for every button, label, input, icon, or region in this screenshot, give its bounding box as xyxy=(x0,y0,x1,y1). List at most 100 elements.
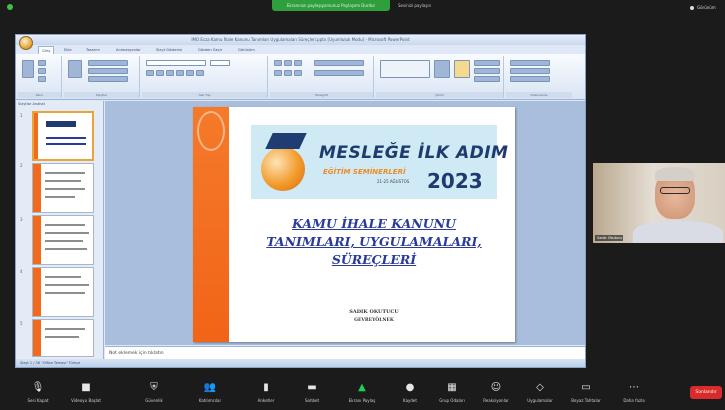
logo-year: 2023 xyxy=(427,169,483,193)
slide-thumbnail-5[interactable] xyxy=(32,319,94,357)
layout-icon[interactable] xyxy=(88,60,128,66)
start-video-button[interactable]: ■ Videoyu Başlat xyxy=(64,380,108,408)
thumb-text xyxy=(45,240,83,242)
ribbon: Pano Slaytlar Yazı Tipi Paragraf Çizim D… xyxy=(16,54,585,100)
new-slide-icon[interactable] xyxy=(68,60,82,78)
thumb-text xyxy=(45,232,89,234)
share-screen-button[interactable]: ▲ Ekranı Paylaş xyxy=(340,380,384,408)
participants-button[interactable]: 👥 Katılımcılar xyxy=(188,380,232,408)
panel-tabs[interactable]: Slaytlar Anahat xyxy=(18,102,78,108)
toolbar-label: Beyaz Tahtalar xyxy=(571,398,601,403)
record-button[interactable]: ● Kaydet xyxy=(388,380,432,408)
font-size-select[interactable] xyxy=(210,60,230,66)
thumb-text xyxy=(45,248,87,250)
underline-icon[interactable] xyxy=(166,70,174,76)
end-meeting-button[interactable]: Sonlandır xyxy=(690,386,722,399)
thumb-stripe xyxy=(33,320,41,356)
delete-icon[interactable] xyxy=(88,76,128,82)
tab-design[interactable]: Tasarım xyxy=(86,46,100,54)
ribbon-group-font: Yazı Tipi xyxy=(142,56,268,98)
slide-swirl-decoration xyxy=(197,111,225,151)
format-painter-icon[interactable] xyxy=(38,76,46,82)
current-slide[interactable]: MESLEĞE İLK ADIM EĞİTİM SEMİNERLERİ 21-2… xyxy=(193,107,515,342)
bullets-icon[interactable] xyxy=(274,60,282,66)
arrange-icon[interactable] xyxy=(434,60,450,78)
thumb-text xyxy=(46,143,86,145)
thumb-text xyxy=(45,188,85,190)
reactions-button[interactable]: ☺ Reaksiyonlar xyxy=(474,380,518,408)
participant-hair xyxy=(655,167,695,181)
tab-review[interactable]: Gözden Geçir xyxy=(198,46,222,54)
tab-home[interactable]: Giriş xyxy=(38,46,55,54)
slide-thumbnail-3[interactable] xyxy=(32,215,94,265)
reset-icon[interactable] xyxy=(88,68,128,74)
bold-icon[interactable] xyxy=(146,70,154,76)
security-button[interactable]: ⛨ Güvenlik xyxy=(132,380,176,408)
toolbar-label: Daha fazla xyxy=(623,398,645,403)
align-center-icon[interactable] xyxy=(284,70,292,76)
align-left-icon[interactable] xyxy=(274,70,282,76)
numbering-icon[interactable] xyxy=(284,60,292,66)
slide-number: 1 xyxy=(20,113,23,118)
text-direction-icon[interactable] xyxy=(314,60,364,66)
mute-button[interactable]: 🎙 Sesi Kapat xyxy=(16,380,60,408)
participant-video[interactable]: Sadık Okutucu xyxy=(593,163,725,243)
select-icon[interactable] xyxy=(510,76,550,82)
toolbar-label: Katılımcılar xyxy=(198,398,222,403)
tab-view[interactable]: Görünüm xyxy=(238,46,255,54)
slide-thumbnail-2[interactable] xyxy=(32,163,94,213)
shape-fill-icon[interactable] xyxy=(474,60,500,66)
paste-icon[interactable] xyxy=(22,60,34,78)
toolbar-label: Grup Odaları xyxy=(439,398,465,403)
chat-button[interactable]: ▬ Sohbet xyxy=(290,380,334,408)
participant-glasses xyxy=(660,187,690,194)
italic-icon[interactable] xyxy=(156,70,164,76)
strikethrough-icon[interactable] xyxy=(176,70,184,76)
replace-icon[interactable] xyxy=(510,68,550,74)
font-name-select[interactable] xyxy=(146,60,206,66)
slide-editing-area[interactable]: MESLEĞE İLK ADIM EĞİTİM SEMİNERLERİ 21-2… xyxy=(105,101,585,345)
slide-thumbnail-1[interactable] xyxy=(32,111,94,161)
view-button[interactable]: Görünüm xyxy=(690,4,724,12)
presenter-name: SADIK OKUTUCU xyxy=(349,309,399,315)
poll-icon: ▮ xyxy=(263,382,269,393)
toolbar-label: Kaydet xyxy=(403,398,417,403)
cut-icon[interactable] xyxy=(38,60,46,66)
slide-thumbnail-4[interactable] xyxy=(32,267,94,317)
office-button-icon[interactable] xyxy=(19,36,33,50)
slide-number: 3 xyxy=(20,217,23,222)
ribbon-group-drawing: Çizim xyxy=(376,56,504,98)
toolbar-label: Reaksiyonlar xyxy=(483,398,509,403)
thumb-text xyxy=(45,336,79,338)
font-color-icon[interactable] xyxy=(196,70,204,76)
toolbar-label: Videoyu Başlat xyxy=(71,398,101,403)
find-icon[interactable] xyxy=(510,60,550,66)
ribbon-group-editing: Düzenleme xyxy=(506,56,572,98)
tab-insert[interactable]: Ekle xyxy=(64,46,72,54)
tab-slideshow[interactable]: Slayt Gösterisi xyxy=(156,46,182,54)
indent-icon[interactable] xyxy=(294,60,302,66)
whiteboards-button[interactable]: ▭ Beyaz Tahtalar xyxy=(564,380,608,408)
meeting-top-bar: Ekranınızı paylaşıyorsunuz Paylaşımı Dur… xyxy=(0,0,725,14)
ribbon-group-label: Düzenleme xyxy=(506,92,572,98)
screen-share-banner[interactable]: Ekranınızı paylaşıyorsunuz Paylaşımı Dur… xyxy=(272,0,390,11)
shapes-gallery[interactable] xyxy=(380,60,430,78)
tab-animations[interactable]: Animasyonlar xyxy=(116,46,141,54)
shape-outline-icon[interactable] xyxy=(474,68,500,74)
copy-icon[interactable] xyxy=(38,68,46,74)
quick-styles-icon[interactable] xyxy=(454,60,470,78)
align-text-icon[interactable] xyxy=(314,70,364,76)
notes-pane[interactable]: Not eklemek için tıklatın xyxy=(105,346,585,359)
more-button[interactable]: ⋯ Daha fazla xyxy=(612,380,656,408)
toolbar-label: Güvenlik xyxy=(145,398,163,403)
shadow-icon[interactable] xyxy=(186,70,194,76)
align-right-icon[interactable] xyxy=(294,70,302,76)
share-audio-label[interactable]: Sesinizi paylaşın xyxy=(398,2,478,10)
polls-button[interactable]: ▮ Anketler xyxy=(244,380,288,408)
thumb-text xyxy=(45,196,75,198)
apps-button[interactable]: ◇ Uygulamalar xyxy=(518,380,562,408)
ribbon-group-slides: Slaytlar xyxy=(64,56,140,98)
shape-effects-icon[interactable] xyxy=(474,76,500,82)
breakout-rooms-button[interactable]: ▦ Grup Odaları xyxy=(430,380,474,408)
window-title-bar: IMO Ecza Kamu İhale Kanunu Tanımları Uyg… xyxy=(16,35,585,45)
